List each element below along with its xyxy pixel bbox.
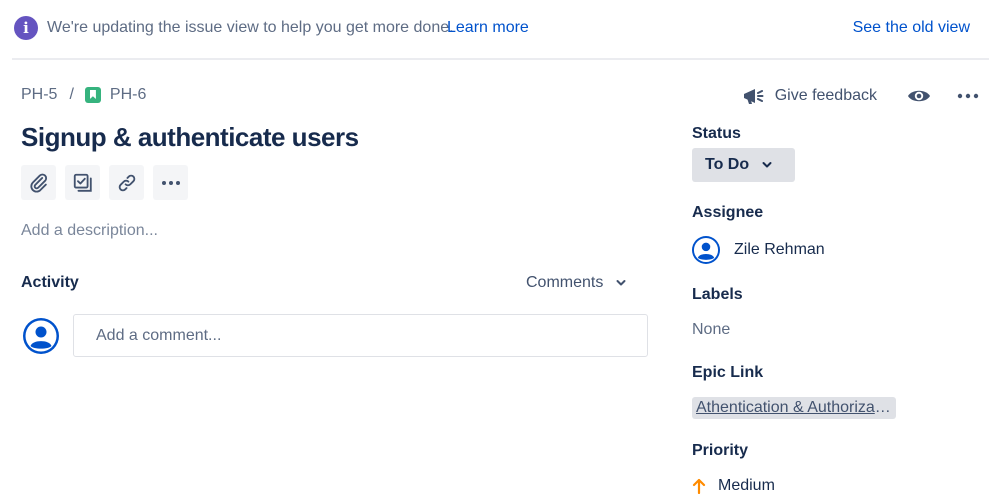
priority-value: Medium	[718, 477, 775, 494]
assignee-field[interactable]: Zile Rehman	[692, 236, 825, 264]
activity-filter-label: Comments	[526, 274, 604, 291]
arrow-up-icon	[692, 478, 706, 494]
eye-icon	[908, 90, 930, 102]
breadcrumb: PH-5 / PH-6	[21, 86, 146, 104]
issue-toolbar	[21, 165, 197, 200]
megaphone-icon	[743, 89, 764, 104]
labels-field[interactable]: None	[692, 321, 730, 339]
learn-more-link[interactable]: Learn more	[447, 19, 529, 37]
breadcrumb-parent-link[interactable]: PH-5	[21, 86, 57, 104]
issue-actions: Give feedback	[741, 82, 979, 110]
banner-divider	[12, 58, 989, 60]
subtask-icon	[73, 173, 92, 192]
labels-label: Labels	[692, 286, 743, 303]
story-icon	[84, 87, 101, 103]
paperclip-icon	[29, 173, 47, 193]
assignee-name: Zile Rehman	[734, 241, 825, 258]
activity-filter-dropdown[interactable]: Comments	[526, 274, 626, 292]
activity-heading: Activity	[21, 274, 79, 291]
comment-placeholder: Add a comment...	[96, 327, 222, 344]
give-feedback-label: Give feedback	[774, 87, 877, 104]
chevron-down-icon	[762, 162, 772, 168]
avatar	[692, 236, 720, 264]
priority-field[interactable]: Medium	[692, 477, 775, 495]
status-label: Status	[692, 125, 741, 142]
link-icon	[118, 174, 135, 191]
give-feedback-button[interactable]: Give feedback	[741, 84, 877, 108]
add-subtask-button[interactable]	[65, 165, 100, 200]
status-dropdown[interactable]: To Do	[692, 148, 795, 182]
avatar	[23, 318, 59, 354]
description-field[interactable]: Add a description...	[21, 222, 158, 240]
info-banner: i We're updating the issue view to help …	[0, 0, 999, 58]
priority-label: Priority	[692, 442, 749, 459]
watch-button[interactable]	[907, 88, 931, 104]
more-actions-button[interactable]	[957, 93, 979, 99]
link-issue-button[interactable]	[109, 165, 144, 200]
chevron-down-icon	[616, 280, 626, 286]
banner-message: We're updating the issue view to help yo…	[47, 19, 454, 36]
status-value: To Do	[705, 156, 750, 173]
more-horizontal-icon	[957, 93, 979, 99]
epic-link-lozenge[interactable]: Athentication & Authorization	[692, 397, 896, 419]
breadcrumb-issue-link[interactable]: PH-6	[110, 86, 146, 104]
epic-link-label: Epic Link	[692, 364, 764, 381]
more-horizontal-icon	[161, 180, 180, 185]
comment-input[interactable]: Add a comment...	[73, 314, 648, 357]
info-icon: i	[14, 16, 38, 40]
attach-button[interactable]	[21, 165, 56, 200]
more-tools-button[interactable]	[153, 165, 188, 200]
old-view-link[interactable]: See the old view	[853, 19, 970, 37]
breadcrumb-separator: /	[69, 86, 74, 103]
issue-title[interactable]: Signup & authenticate users	[21, 122, 359, 153]
assignee-label: Assignee	[692, 204, 764, 221]
